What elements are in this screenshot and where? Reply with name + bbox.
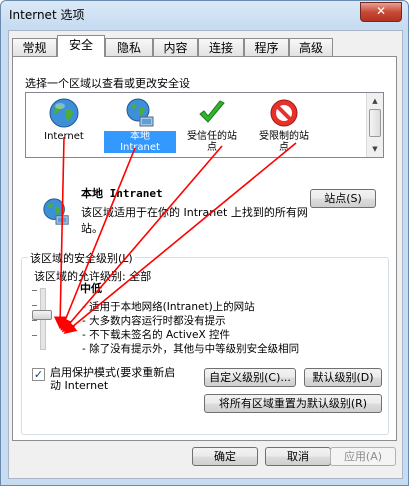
zone-local-label-line1: 本地	[130, 131, 150, 142]
tab-advanced[interactable]: 高级	[289, 38, 333, 56]
zone-restricted-label-line1: 受限制的站	[259, 131, 309, 142]
reset-all-zones-button[interactable]: 将所有区域重置为默认级别(R)	[204, 394, 382, 413]
local-intranet-detail-icon	[43, 198, 69, 225]
scroll-up-icon[interactable]: ▲	[368, 94, 382, 108]
scroll-down-icon[interactable]: ▼	[368, 142, 382, 156]
zone-restricted-sites[interactable]: 受限制的站 点	[248, 97, 320, 153]
window-title: Internet 选项	[9, 8, 85, 22]
zone-local-label: 本地 Intranet	[104, 131, 176, 153]
sites-button[interactable]: 站点(S)	[310, 189, 376, 208]
slider-tick	[32, 320, 37, 321]
tab-general[interactable]: 常规	[12, 38, 57, 56]
tab-security[interactable]: 安全	[57, 35, 105, 57]
level-desc-line: - 大多数内容运行时都没有提示	[82, 315, 226, 327]
zone-trusted-label-line2: 点	[207, 142, 217, 153]
level-desc-line: - 适用于本地网络(Intranet)上的网站	[82, 301, 255, 313]
zone-internet[interactable]: Internet	[28, 97, 100, 142]
network-globe-icon	[126, 98, 154, 127]
security-level-group: 该区域的安全级别(L) 该区域的允许级别: 全部 中低 - 适用于本地网络(In…	[21, 250, 389, 435]
zone-trusted-label-line1: 受信任的站	[187, 131, 237, 142]
custom-level-button[interactable]: 自定义级别(C)...	[204, 368, 296, 387]
zone-trusted-sites[interactable]: 受信任的站 点	[176, 97, 248, 153]
zone-heading: 选择一个区域以查看或更改安全设	[25, 77, 190, 90]
slider-tick	[32, 335, 37, 336]
security-level-name: 中低	[80, 282, 102, 295]
close-button[interactable]: ✕	[360, 2, 402, 22]
zone-restricted-label: 受限制的站 点	[248, 131, 320, 153]
level-desc-line: - 不下载未签名的 ActiveX 控件	[82, 329, 230, 341]
zone-local-intranet[interactable]: 本地 Intranet	[104, 97, 176, 153]
zone-trusted-label: 受信任的站 点	[176, 131, 248, 153]
default-level-button[interactable]: 默认级别(D)	[304, 368, 382, 387]
apply-button[interactable]: 应用(A)	[330, 447, 396, 466]
protected-mode-label[interactable]: 启用保护模式(要求重新启动 Internet	[50, 366, 180, 392]
dialog-client-area: 常规 安全 隐私 内容 连接 程序 高级 选择一个区域以查看或更改安全设 Int…	[8, 30, 403, 479]
ok-button[interactable]: 确定	[192, 447, 258, 466]
security-level-group-label: 该区域的安全级别(L)	[28, 250, 135, 266]
tab-programs[interactable]: 程序	[244, 38, 289, 56]
zone-list-scrollbar[interactable]: ▲ ▼	[366, 93, 383, 157]
protected-mode-checkbox[interactable]: ✓	[32, 368, 45, 381]
tab-connections[interactable]: 连接	[198, 38, 244, 56]
tab-content[interactable]: 内容	[153, 38, 198, 56]
cancel-button[interactable]: 取消	[265, 447, 331, 466]
security-tab-panel: 选择一个区域以查看或更改安全设 Internet 本地 Intranet 受信任…	[12, 56, 397, 441]
no-entry-icon	[270, 99, 298, 127]
slider-tick	[32, 305, 37, 306]
zone-detail-description: 该区域适用于在你的 Intranet 上找到的所有网站。	[81, 206, 308, 235]
level-desc-line: - 除了没有提示外，其他与中等级别安全级相同	[82, 343, 300, 355]
tab-privacy[interactable]: 隐私	[105, 38, 153, 56]
globe-icon	[49, 98, 79, 128]
check-icon	[199, 100, 225, 123]
scroll-thumb[interactable]	[369, 109, 381, 137]
zone-restricted-label-line2: 点	[279, 142, 289, 153]
zone-local-label-line2: Intranet	[120, 142, 160, 153]
security-level-description: - 适用于本地网络(Intranet)上的网站 - 大多数内容运行时都没有提示 …	[82, 300, 382, 356]
zone-detail-title: 本地 Intranet	[81, 187, 163, 200]
slider-tick	[32, 290, 37, 291]
security-slider-thumb[interactable]	[32, 310, 52, 320]
zone-internet-label: Internet	[44, 131, 84, 142]
internet-options-window: Internet 选项 ✕ 常规 安全 隐私 内容 连接 程序 高级 选择一个区…	[0, 0, 409, 486]
zone-list: Internet 本地 Intranet 受信任的站 点 受限制的站 点 ▲ ▼	[25, 92, 384, 158]
